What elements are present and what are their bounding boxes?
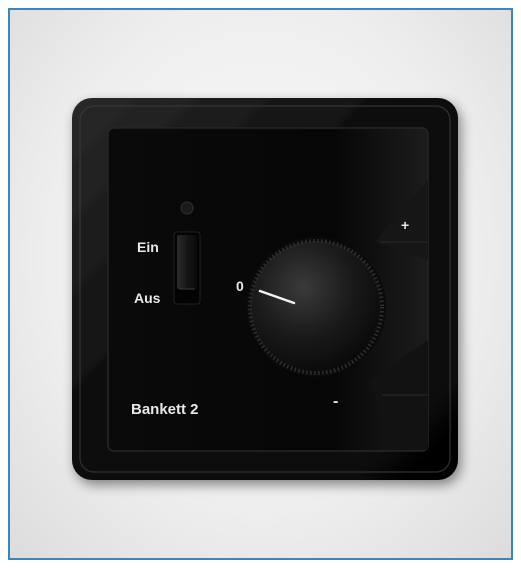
thermostat-photo [72,98,458,480]
dial-zero-label: 0 [236,278,244,294]
rocker-switch [177,235,197,289]
device-name-label: Bankett 2 [131,401,199,418]
image-frame: Ein Aus 0 + - Bankett 2 [8,8,513,560]
switch-off-label: Aus [134,290,161,306]
plus-label: + [401,217,410,233]
switch-on-label: Ein [137,239,159,255]
minus-label: - [333,393,339,410]
dial-knob [250,241,382,373]
indicator-led [180,201,194,215]
